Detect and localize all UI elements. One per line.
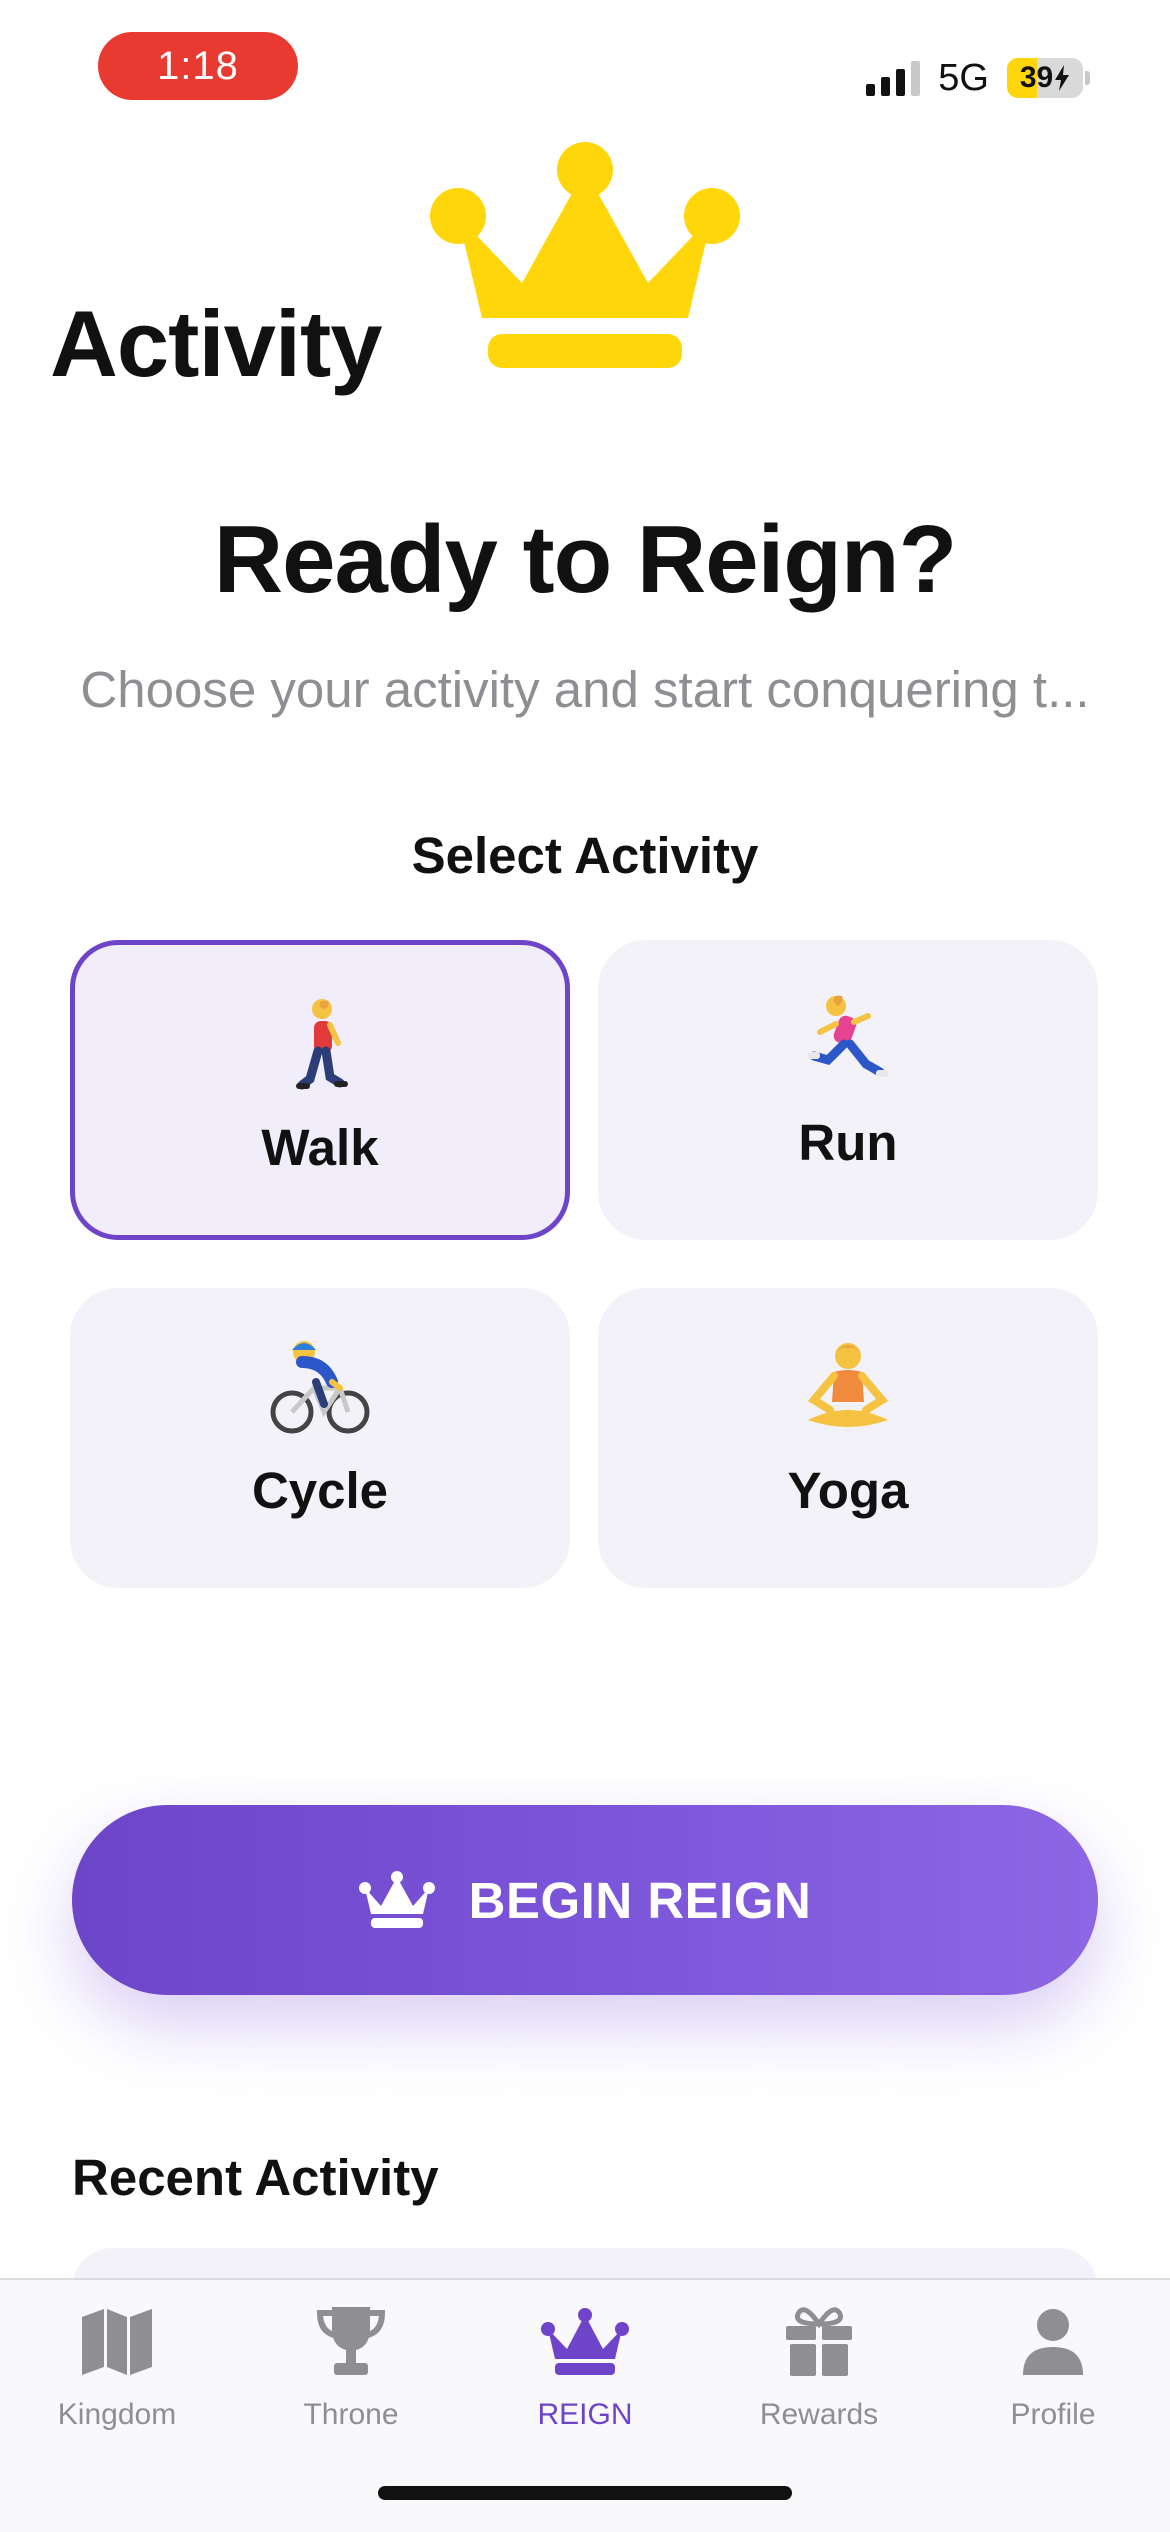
select-activity-label: Select Activity bbox=[411, 827, 759, 884]
tab-label: Kingdom bbox=[57, 2398, 177, 2431]
tab-label: Rewards bbox=[759, 2398, 879, 2431]
status-time-pill[interactable]: 1:18 bbox=[98, 32, 298, 100]
crown-icon bbox=[541, 2308, 629, 2375]
activity-card-label: Yoga bbox=[787, 1462, 909, 1519]
activity-screen: 1:18 5G 39 Activity Ready to Reign? Choo… bbox=[0, 0, 1170, 2532]
recent-activity-title: Recent Activity bbox=[72, 2149, 439, 2206]
begin-reign-button[interactable]: BEGIN REIGN bbox=[72, 1805, 1098, 1995]
battery-cap bbox=[1085, 71, 1090, 85]
person-lotus-icon bbox=[800, 1333, 896, 1443]
tab-throne[interactable]: Throne bbox=[234, 2302, 468, 2432]
gift-icon bbox=[786, 2307, 852, 2376]
tab-label: Throne bbox=[303, 2398, 399, 2431]
cellular-signal-icon bbox=[866, 60, 921, 96]
begin-reign-label: BEGIN REIGN bbox=[468, 1871, 812, 1929]
tab-kingdom[interactable]: Kingdom bbox=[0, 2302, 234, 2432]
crown-icon bbox=[430, 142, 740, 368]
network-type: 5G bbox=[938, 56, 989, 99]
battery-percent: 39 bbox=[1019, 61, 1054, 94]
tab-label: REIGN bbox=[537, 2398, 633, 2431]
trophy-icon bbox=[316, 2307, 386, 2375]
activity-card-run[interactable]: Run bbox=[598, 940, 1098, 1240]
person-running-icon bbox=[806, 985, 890, 1095]
hero-subtitle: Choose your activity and start conquerin… bbox=[80, 661, 1090, 718]
status-indicators: 5G 39 bbox=[866, 48, 1090, 108]
activity-card-cycle[interactable]: Cycle bbox=[70, 1288, 570, 1588]
activity-card-label: Run bbox=[798, 1114, 898, 1171]
tab-rewards[interactable]: Rewards bbox=[702, 2302, 936, 2432]
map-icon bbox=[82, 2309, 152, 2375]
person-biking-icon bbox=[270, 1333, 370, 1443]
crown-icon bbox=[358, 1871, 435, 1928]
page-title: Activity bbox=[50, 291, 383, 396]
tab-reign[interactable]: REIGN bbox=[468, 2302, 702, 2432]
tab-label: Profile bbox=[1010, 2398, 1096, 2431]
home-indicator[interactable] bbox=[378, 2486, 792, 2500]
charging-bolt-icon bbox=[1055, 65, 1070, 91]
activity-card-yoga[interactable]: Yoga bbox=[598, 1288, 1098, 1588]
battery-icon: 39 bbox=[1007, 58, 1083, 98]
person-walking-icon bbox=[290, 990, 350, 1100]
activity-card-label: Walk bbox=[261, 1119, 379, 1176]
activity-card-label: Cycle bbox=[251, 1462, 389, 1519]
person-icon bbox=[1023, 2309, 1083, 2375]
hero-title: Ready to Reign? bbox=[213, 506, 957, 613]
activity-card-walk[interactable]: Walk bbox=[70, 940, 570, 1240]
tab-profile[interactable]: Profile bbox=[936, 2302, 1170, 2432]
